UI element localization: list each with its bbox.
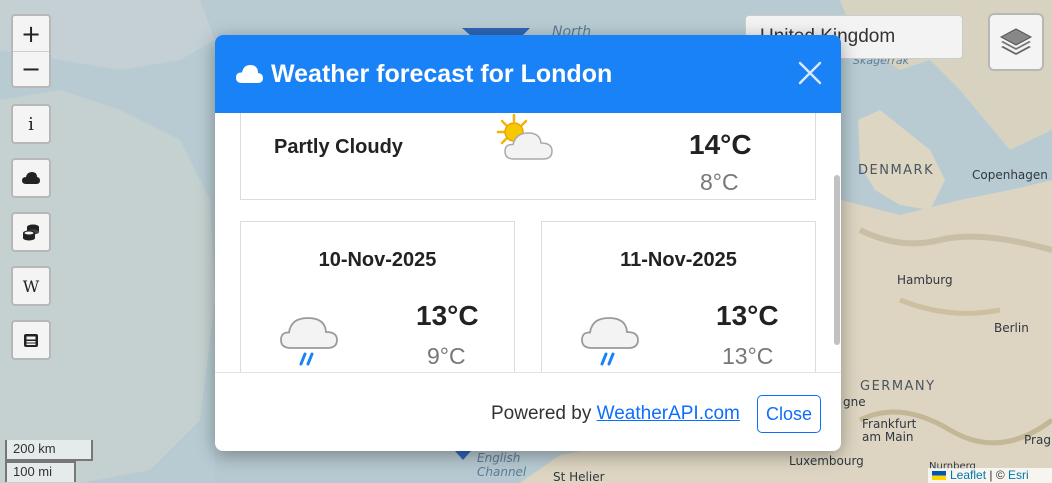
scale-mi: 100 mi [5,461,76,482]
newspaper-icon [24,333,38,347]
light-rain-icon [280,317,338,366]
forecast-low-temp: 13°C [722,343,774,369]
esri-link[interactable]: Esri [1008,468,1029,482]
info-icon: i [28,113,34,135]
zoom-control: + − [11,14,51,88]
current-high-temp: 14°C [689,129,752,160]
map-label-english-channel: English Channel [477,451,527,479]
forecast-high-temp: 13°C [416,300,479,331]
modal-header: Weather forecast for London [215,35,841,113]
cloud-icon [236,65,263,83]
map-label-gne: gne [843,395,866,409]
map-attribution: Leaflet | © Esri [928,468,1052,483]
close-button[interactable]: Close [757,395,821,433]
zoom-in-button[interactable]: + [13,16,49,51]
info-button[interactable]: i [11,104,51,144]
coins-icon [23,224,39,241]
attribution-separator: | © [986,468,1008,482]
forecast-date: 10-Nov-2025 [318,249,437,271]
layers-button[interactable] [988,13,1044,71]
map-label-frankfurt: Frankfurt am Main [862,417,917,444]
light-rain-icon [581,317,639,366]
forecast-card: 11-Nov-2025 13°C 13°C [541,221,816,372]
close-icon[interactable] [797,60,823,86]
forecast-date: 11-Nov-2025 [620,249,737,271]
modal-title: Weather forecast for London [271,59,613,88]
forecast-card: 10-Nov-2025 13°C 9°C [240,221,515,372]
news-button[interactable] [11,320,51,360]
current-low-temp: 8°C [700,169,739,195]
coins-button[interactable] [11,212,51,252]
map-label-prague: Prag [1024,433,1051,447]
forecast-high-temp: 13°C [716,300,779,331]
weather-button[interactable] [11,158,51,198]
powered-by: Powered by WeatherAPI.com [491,403,740,425]
map-label-berlin: Berlin [994,321,1029,335]
weatherapi-link[interactable]: WeatherAPI.com [597,403,740,424]
map-label-st-helier: St Helier [553,470,605,483]
current-weather-card: Partly Cloudy 14°C 8°C [240,113,816,200]
ukraine-flag-icon [932,471,946,481]
forecast-low-temp: 9°C [427,343,466,369]
cloud-icon [22,172,40,184]
modal-scrollbar[interactable] [833,113,841,372]
current-condition: Partly Cloudy [274,136,403,158]
powered-by-label: Powered by [491,403,597,424]
layers-icon [999,28,1033,55]
map-label-copenhagen: Copenhagen [972,168,1048,182]
map-label-luxembourg: Luxembourg [789,454,864,468]
weather-modal: Weather forecast for London Partly Cloud… [215,35,841,451]
wikipedia-icon: W [22,276,40,296]
map-label-germany: GERMANY [860,379,936,394]
map-label-hamburg: Hamburg [897,273,953,287]
leaflet-link[interactable]: Leaflet [950,468,986,482]
modal-body[interactable]: Partly Cloudy 14°C 8°C 10-Nov-2025 13°C … [215,113,841,372]
scale-km: 200 km [5,440,93,461]
wikipedia-button[interactable]: W [11,266,51,306]
modal-footer: Powered by WeatherAPI.com Close [215,372,841,451]
zoom-out-button[interactable]: − [13,51,49,86]
map-label-denmark: DENMARK [858,163,935,178]
modal-scrollbar-thumb[interactable] [834,175,840,345]
partly-cloudy-icon [496,113,553,160]
